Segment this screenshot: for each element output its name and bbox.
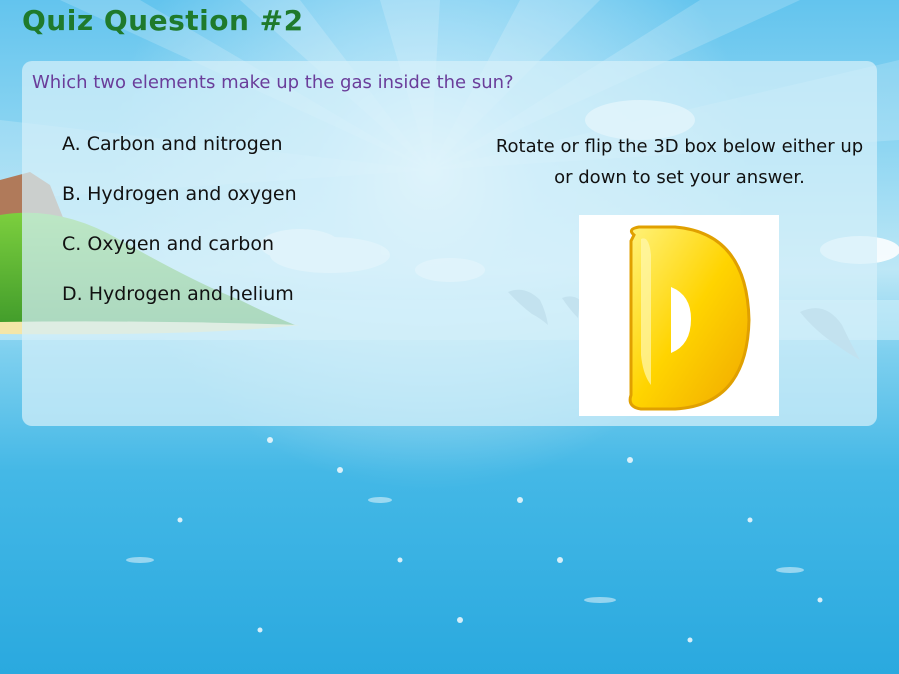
quiz-title: Quiz Question #2: [22, 4, 304, 37]
letter-d-icon: D: [579, 215, 751, 411]
question-panel: Which two elements make up the gas insid…: [22, 61, 877, 426]
svg-text:D: D: [579, 215, 580, 216]
option-c[interactable]: C. Oxygen and carbon: [62, 231, 297, 281]
option-d[interactable]: D. Hydrogen and helium: [62, 281, 297, 331]
instruction-text: Rotate or flip the 3D box below either u…: [495, 136, 864, 188]
answer-3d-box[interactable]: D: [579, 215, 779, 416]
answer-options-list: A. Carbon and nitrogen B. Hydrogen and o…: [62, 131, 297, 331]
option-a[interactable]: A. Carbon and nitrogen: [62, 131, 297, 181]
option-b[interactable]: B. Hydrogen and oxygen: [62, 181, 297, 231]
question-text: Which two elements make up the gas insid…: [32, 72, 514, 93]
